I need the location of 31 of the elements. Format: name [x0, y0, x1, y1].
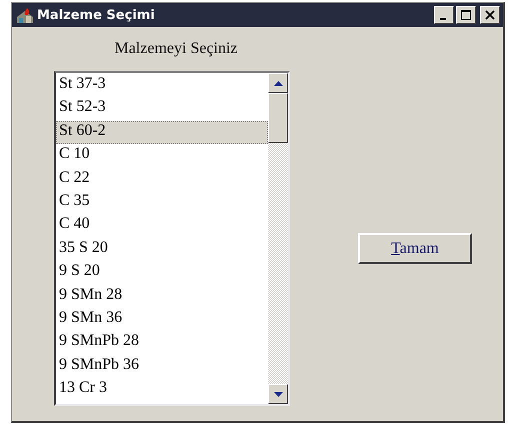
scrollbar[interactable]	[268, 73, 288, 404]
list-item[interactable]: C 40	[56, 214, 268, 238]
list-item[interactable]: C 35	[56, 190, 268, 214]
scroll-down-button[interactable]	[268, 384, 288, 404]
close-icon	[485, 10, 495, 20]
list-item[interactable]: 9 SMnPb 28	[56, 331, 268, 355]
prompt-label: Malzemeyi Seçiniz	[114, 40, 238, 58]
material-list[interactable]: St 37-3 St 52-3 St 60-2 C 10 C 22 C 35 C 40 35 S 20 9 S 20 9 SMn 28 9 SMn 36 9 SMnPb 28 9 SMnPb 36 13 Cr 3	[54, 71, 290, 406]
list-item[interactable]: 9 S 20	[56, 261, 268, 285]
list-item[interactable]: St 52-3	[56, 97, 268, 121]
close-button[interactable]	[480, 6, 500, 24]
list-item[interactable]: C 22	[56, 168, 268, 191]
list-item[interactable]: 13 Cr 3	[56, 378, 268, 402]
list-item[interactable]: St 37-3	[56, 74, 268, 98]
list-item[interactable]: St 60-2	[56, 120, 268, 144]
house-icon	[16, 7, 34, 23]
window-title: Malzeme Seçimi	[37, 8, 156, 22]
minimize-button[interactable]	[434, 6, 454, 24]
list-item[interactable]: 9 SMn 28	[56, 284, 268, 308]
ok-button[interactable]: Tamam	[358, 233, 472, 264]
scroll-thumb[interactable]	[268, 93, 288, 143]
minimize-icon	[440, 18, 446, 20]
maximize-icon	[461, 10, 471, 20]
list-item[interactable]: 35 S 20	[56, 238, 268, 262]
scroll-up-button[interactable]	[268, 73, 288, 93]
down-arrow-icon	[274, 392, 282, 396]
up-arrow-icon	[274, 80, 282, 86]
list-item[interactable]: 9 SMnPb 36	[56, 354, 268, 378]
maximize-button[interactable]	[456, 6, 476, 24]
list-item[interactable]: 9 SMn 36	[56, 308, 268, 332]
list-item[interactable]: C 10	[56, 144, 268, 168]
